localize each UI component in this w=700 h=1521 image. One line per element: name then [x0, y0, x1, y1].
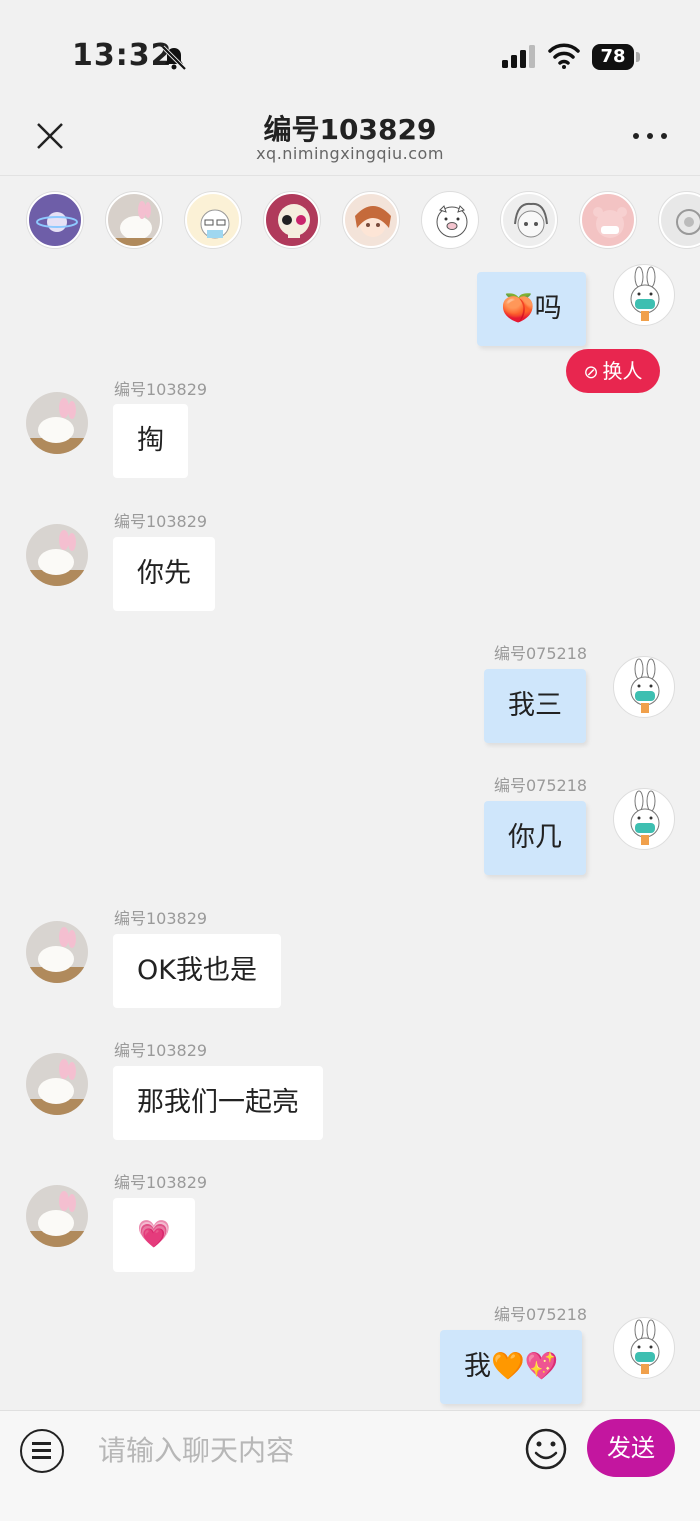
- message-bubble-mine[interactable]: 我🧡💖: [440, 1330, 583, 1404]
- status-bar: 13:32 78: [0, 0, 700, 96]
- peer-avatar[interactable]: [26, 921, 88, 983]
- message-bubble-mine[interactable]: 🍑吗: [477, 272, 586, 346]
- message-bubble-peer[interactable]: OK我也是: [113, 934, 281, 1008]
- menu-icon-line: [32, 1449, 51, 1452]
- peer-avatar[interactable]: [26, 1053, 88, 1115]
- status-time: 13:32: [72, 38, 173, 73]
- sender-name: 编号103829: [114, 380, 208, 399]
- peer-avatar[interactable]: [26, 392, 88, 454]
- planet-avatar[interactable]: [27, 192, 83, 248]
- chat-input-bar: 请输入聊天内容 发送: [0, 1410, 700, 1521]
- my-avatar[interactable]: [613, 656, 675, 718]
- battery-level: 78: [592, 44, 634, 70]
- message-bubble-mine[interactable]: 我三: [484, 669, 586, 743]
- battery-icon: 78: [592, 44, 640, 70]
- site-url: xq.nimingxingqiu.com: [256, 144, 444, 163]
- anime-girl-avatar[interactable]: [343, 192, 399, 248]
- my-avatar[interactable]: [613, 1317, 675, 1379]
- emoji-icon[interactable]: [524, 1427, 568, 1471]
- doodle-avatar[interactable]: [185, 192, 241, 248]
- my-avatar[interactable]: [613, 788, 675, 850]
- bunny-avatar[interactable]: [106, 192, 162, 248]
- menu-icon[interactable]: [20, 1429, 64, 1473]
- peer-avatar[interactable]: [26, 524, 88, 586]
- chat-message-list[interactable]: 🍑吗 ⊘ 换人 编号103829 掏 编号103829 你先 编号075218 我…: [0, 262, 700, 1410]
- sketch-girl-avatar[interactable]: [501, 192, 557, 248]
- message-bubble-peer[interactable]: 掏: [113, 404, 188, 478]
- misc-avatar[interactable]: [659, 192, 700, 248]
- message-bubble-peer[interactable]: 💗: [113, 1198, 195, 1272]
- sender-name: 编号103829: [114, 512, 208, 531]
- pink-bear-avatar[interactable]: [580, 192, 636, 248]
- sender-name: 编号103829: [114, 909, 208, 928]
- message-bubble-peer[interactable]: 那我们一起亮: [113, 1066, 323, 1140]
- menu-icon-line: [32, 1456, 51, 1459]
- sender-name: 编号075218: [494, 776, 588, 795]
- battery-cap: [636, 52, 640, 62]
- bell-slash-icon: [161, 45, 187, 71]
- chat-title: 编号103829: [263, 113, 437, 146]
- swap-person-button[interactable]: ⊘ 换人: [566, 349, 660, 393]
- chat-header: 编号103829 xq.nimingxingqiu.com: [0, 96, 700, 176]
- more-icon[interactable]: [630, 126, 670, 146]
- my-avatar[interactable]: [613, 264, 675, 326]
- sender-name: 编号103829: [114, 1173, 208, 1192]
- send-button[interactable]: 发送: [587, 1419, 675, 1477]
- swap-button-label: 换人: [602, 359, 643, 383]
- menu-icon-line: [32, 1442, 51, 1445]
- sender-name: 编号075218: [494, 1305, 588, 1324]
- online-users-strip: [0, 180, 700, 262]
- message-input[interactable]: 请输入聊天内容: [98, 1429, 498, 1473]
- peer-avatar[interactable]: [26, 1185, 88, 1247]
- message-bubble-peer[interactable]: 你先: [113, 537, 215, 611]
- message-bubble-mine[interactable]: 你几: [484, 801, 586, 875]
- swap-icon: ⊘: [583, 362, 599, 383]
- cellular-signal-icon: [502, 45, 535, 68]
- sender-name: 编号103829: [114, 1041, 208, 1060]
- pig-avatar[interactable]: [422, 192, 478, 248]
- wifi-icon: [548, 43, 580, 69]
- skull-avatar[interactable]: [264, 192, 320, 248]
- sender-name: 编号075218: [494, 644, 588, 663]
